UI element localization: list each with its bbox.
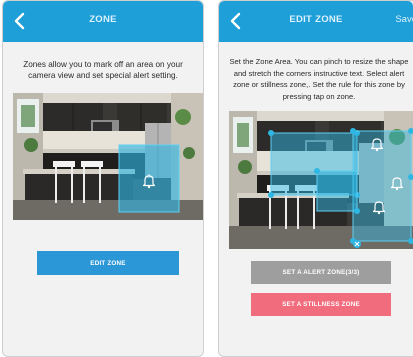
set-alert-zone-button[interactable]: SET A ALERT ZONE(3/3) xyxy=(251,261,391,284)
header-bar: EDIT ZONE Save xyxy=(219,1,413,42)
camera-view xyxy=(13,93,203,220)
header-bar: ZONE xyxy=(3,1,203,42)
close-icon[interactable] xyxy=(353,240,361,248)
set-stillness-zone-button[interactable]: SET A STILLNESS ZONE xyxy=(251,293,391,316)
edit-zone-screen: EDIT ZONE Save Set the Zone Area. You ca… xyxy=(218,0,413,357)
edit-zone-button[interactable]: EDIT ZONE xyxy=(37,251,179,275)
zone-instructions: Set the Zone Area. You can pinch to resi… xyxy=(229,57,409,101)
save-button[interactable]: Save xyxy=(395,14,413,25)
camera-view xyxy=(229,111,413,249)
alert-zone[interactable] xyxy=(314,168,360,214)
page-title: EDIT ZONE xyxy=(289,14,343,25)
zone-screen: ZONE Zones allow you to mark off an area… xyxy=(2,0,204,357)
page-title: ZONE xyxy=(89,14,117,25)
zone-description: Zones allow you to mark off an area on y… xyxy=(23,60,183,80)
